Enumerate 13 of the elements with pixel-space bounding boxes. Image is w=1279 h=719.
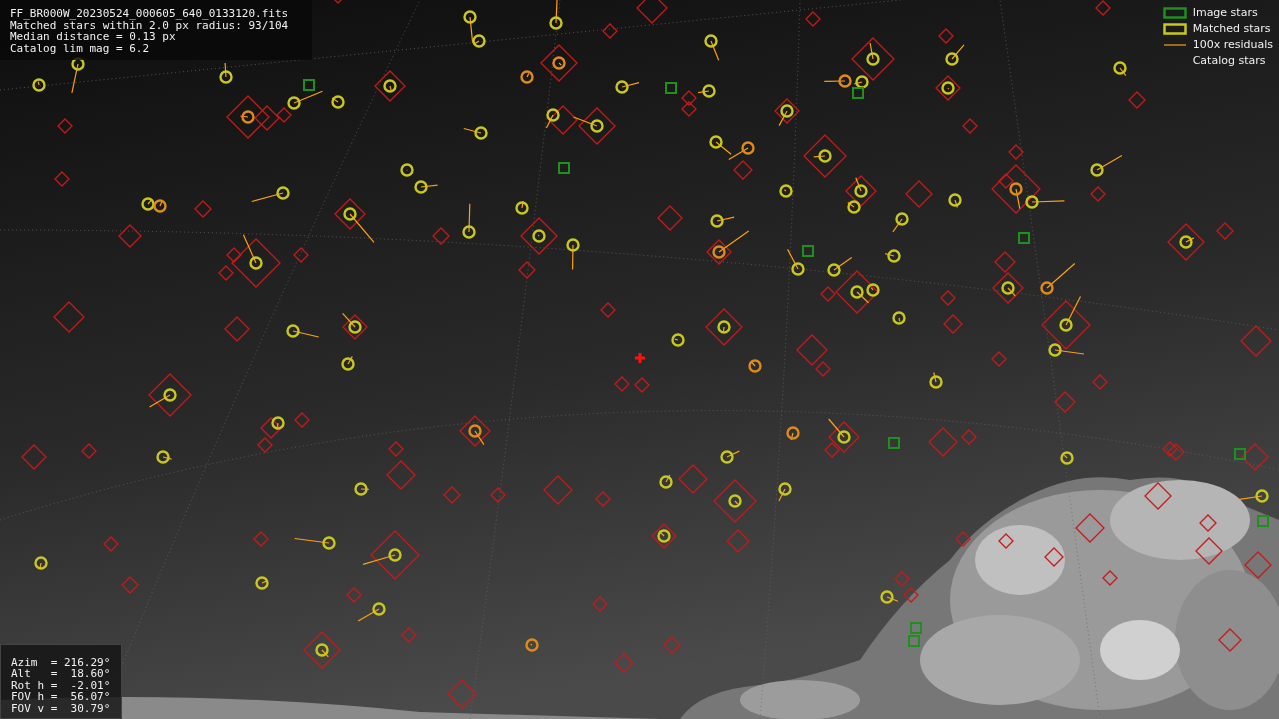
pointing-text: FOV h = 56.07° bbox=[11, 691, 112, 703]
info-text: Catalog lim mag = 6.2 bbox=[10, 42, 151, 54]
info-text: FF_BR000W_20230524_000605_640_0133120.fits bbox=[10, 8, 290, 20]
pointing-text: Rot h = -2.01° bbox=[11, 679, 112, 691]
legend-label: Catalog stars bbox=[1192, 54, 1266, 67]
legend-label: Image stars bbox=[1192, 6, 1258, 19]
info-text: Matched stars within 2.0 px radius: 93/104 bbox=[10, 19, 290, 31]
legend-label: Matched stars bbox=[1192, 22, 1271, 35]
pointing-text: FOV v = 30.79° bbox=[11, 702, 112, 714]
legend-label: 100x residuals bbox=[1192, 38, 1273, 51]
pointing-text: Alt = 18.60° bbox=[11, 668, 112, 680]
pointing-text: Azim = 216.29° bbox=[11, 656, 112, 668]
info-text: Median distance = 0.13 px bbox=[10, 31, 176, 43]
